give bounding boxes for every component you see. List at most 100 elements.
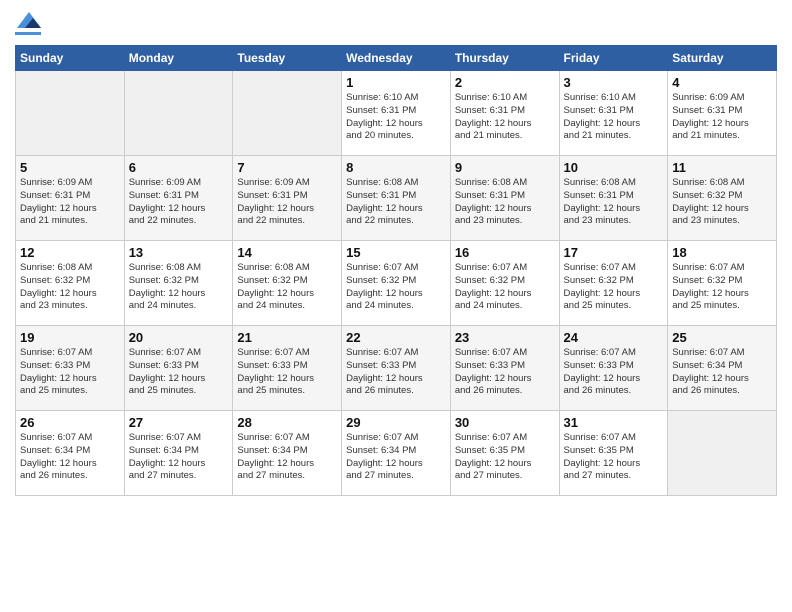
day-number: 27 — [129, 415, 229, 430]
day-info: Sunrise: 6:07 AM Sunset: 6:32 PM Dayligh… — [455, 262, 555, 313]
calendar-cell: 26Sunrise: 6:07 AM Sunset: 6:34 PM Dayli… — [16, 411, 125, 496]
day-info: Sunrise: 6:07 AM Sunset: 6:33 PM Dayligh… — [346, 347, 446, 398]
day-number: 18 — [672, 245, 772, 260]
calendar-cell: 25 Sunrise: 6:07 AM Sunset: 6:34 PM Dayli… — [668, 326, 777, 411]
logo-icon — [17, 10, 41, 30]
day-info: Sunrise: 6:08 AM Sunset: 6:31 PM Dayligh… — [564, 177, 664, 228]
calendar-cell: 21 Sunrise: 6:07 AM Sunset: 6:33 PM Dayli… — [233, 326, 342, 411]
calendar-week-2: 5 Sunrise: 6:09 AM Sunset: 6:31 PM Daylig… — [16, 156, 777, 241]
day-info: Sunrise: 6:07 AM Sunset: 6:33 PM Dayligh… — [237, 347, 337, 398]
calendar-cell: 24 Sunrise: 6:07 AM Sunset: 6:33 PM Dayli… — [559, 326, 668, 411]
calendar-cell: 10 Sunrise: 6:08 AM Sunset: 6:31 PM Dayli… — [559, 156, 668, 241]
calendar-header-row: SundayMondayTuesdayWednesdayThursdayFrid… — [16, 46, 777, 71]
day-number: 30 — [455, 415, 555, 430]
day-number: 19 — [20, 330, 120, 345]
day-info: Sunrise: 6:08 AM Sunset: 6:32 PM Dayligh… — [20, 262, 120, 313]
calendar-cell: 31 Sunrise: 6:07 AM Sunset: 6:35 PM Dayli… — [559, 411, 668, 496]
day-number: 3 — [564, 75, 664, 90]
day-info: Sunrise: 6:09 AM Sunset: 6:31 PM Dayligh… — [129, 177, 229, 228]
calendar-week-5: 26Sunrise: 6:07 AM Sunset: 6:34 PM Dayli… — [16, 411, 777, 496]
day-info: Sunrise: 6:07 AM Sunset: 6:32 PM Dayligh… — [672, 262, 772, 313]
day-number: 11 — [672, 160, 772, 175]
calendar-cell: 2Sunrise: 6:10 AM Sunset: 6:31 PM Daylig… — [450, 71, 559, 156]
weekday-header-monday: Monday — [124, 46, 233, 71]
day-number: 7 — [237, 160, 337, 175]
day-number: 6 — [129, 160, 229, 175]
calendar-cell: 8Sunrise: 6:08 AM Sunset: 6:31 PM Daylig… — [342, 156, 451, 241]
calendar-cell — [233, 71, 342, 156]
day-number: 24 — [564, 330, 664, 345]
weekday-header-sunday: Sunday — [16, 46, 125, 71]
day-info: Sunrise: 6:07 AM Sunset: 6:34 PM Dayligh… — [237, 432, 337, 483]
header — [15, 10, 777, 35]
calendar-cell: 29 Sunrise: 6:07 AM Sunset: 6:34 PM Dayli… — [342, 411, 451, 496]
calendar-cell: 15 Sunrise: 6:07 AM Sunset: 6:32 PM Dayli… — [342, 241, 451, 326]
calendar-cell: 4 Sunrise: 6:09 AM Sunset: 6:31 PM Daylig… — [668, 71, 777, 156]
day-number: 21 — [237, 330, 337, 345]
day-number: 25 — [672, 330, 772, 345]
day-number: 28 — [237, 415, 337, 430]
day-info: Sunrise: 6:07 AM Sunset: 6:33 PM Dayligh… — [129, 347, 229, 398]
calendar-cell: 17 Sunrise: 6:07 AM Sunset: 6:32 PM Dayli… — [559, 241, 668, 326]
calendar-cell: 13Sunrise: 6:08 AM Sunset: 6:32 PM Dayli… — [124, 241, 233, 326]
calendar-cell — [124, 71, 233, 156]
day-info: Sunrise: 6:07 AM Sunset: 6:35 PM Dayligh… — [455, 432, 555, 483]
day-info: Sunrise: 6:07 AM Sunset: 6:33 PM Dayligh… — [20, 347, 120, 398]
day-number: 31 — [564, 415, 664, 430]
day-number: 29 — [346, 415, 446, 430]
calendar-cell: 9 Sunrise: 6:08 AM Sunset: 6:31 PM Daylig… — [450, 156, 559, 241]
weekday-header-wednesday: Wednesday — [342, 46, 451, 71]
calendar-cell — [16, 71, 125, 156]
day-info: Sunrise: 6:10 AM Sunset: 6:31 PM Dayligh… — [564, 92, 664, 143]
calendar-cell: 11 Sunrise: 6:08 AM Sunset: 6:32 PM Dayli… — [668, 156, 777, 241]
calendar-cell: 14Sunrise: 6:08 AM Sunset: 6:32 PM Dayli… — [233, 241, 342, 326]
calendar-cell: 3 Sunrise: 6:10 AM Sunset: 6:31 PM Daylig… — [559, 71, 668, 156]
day-number: 9 — [455, 160, 555, 175]
day-number: 10 — [564, 160, 664, 175]
calendar-cell: 1 Sunrise: 6:10 AM Sunset: 6:31 PM Daylig… — [342, 71, 451, 156]
day-number: 22 — [346, 330, 446, 345]
day-number: 16 — [455, 245, 555, 260]
day-number: 5 — [20, 160, 120, 175]
calendar-cell — [668, 411, 777, 496]
weekday-header-saturday: Saturday — [668, 46, 777, 71]
day-info: Sunrise: 6:10 AM Sunset: 6:31 PM Dayligh… — [455, 92, 555, 143]
day-info: Sunrise: 6:07 AM Sunset: 6:35 PM Dayligh… — [564, 432, 664, 483]
calendar-cell: 28 Sunrise: 6:07 AM Sunset: 6:34 PM Dayli… — [233, 411, 342, 496]
day-info: Sunrise: 6:08 AM Sunset: 6:32 PM Dayligh… — [129, 262, 229, 313]
day-info: Sunrise: 6:09 AM Sunset: 6:31 PM Dayligh… — [20, 177, 120, 228]
day-info: Sunrise: 6:07 AM Sunset: 6:33 PM Dayligh… — [564, 347, 664, 398]
day-number: 17 — [564, 245, 664, 260]
calendar-cell: 20 Sunrise: 6:07 AM Sunset: 6:33 PM Dayli… — [124, 326, 233, 411]
calendar-cell: 22 Sunrise: 6:07 AM Sunset: 6:33 PM Dayli… — [342, 326, 451, 411]
calendar-cell: 18 Sunrise: 6:07 AM Sunset: 6:32 PM Dayli… — [668, 241, 777, 326]
day-info: Sunrise: 6:08 AM Sunset: 6:32 PM Dayligh… — [672, 177, 772, 228]
day-number: 4 — [672, 75, 772, 90]
day-info: Sunrise: 6:07 AM Sunset: 6:34 PM Dayligh… — [129, 432, 229, 483]
page-container: SundayMondayTuesdayWednesdayThursdayFrid… — [0, 0, 792, 506]
day-info: Sunrise: 6:07 AM Sunset: 6:34 PM Dayligh… — [346, 432, 446, 483]
calendar-cell: 12Sunrise: 6:08 AM Sunset: 6:32 PM Dayli… — [16, 241, 125, 326]
weekday-header-tuesday: Tuesday — [233, 46, 342, 71]
day-info: Sunrise: 6:07 AM Sunset: 6:34 PM Dayligh… — [672, 347, 772, 398]
day-number: 1 — [346, 75, 446, 90]
logo — [15, 10, 41, 35]
day-info: Sunrise: 6:07 AM Sunset: 6:32 PM Dayligh… — [564, 262, 664, 313]
calendar-cell: 6 Sunrise: 6:09 AM Sunset: 6:31 PM Daylig… — [124, 156, 233, 241]
day-info: Sunrise: 6:09 AM Sunset: 6:31 PM Dayligh… — [672, 92, 772, 143]
day-number: 23 — [455, 330, 555, 345]
day-info: Sunrise: 6:07 AM Sunset: 6:32 PM Dayligh… — [346, 262, 446, 313]
calendar-week-4: 19 Sunrise: 6:07 AM Sunset: 6:33 PM Dayli… — [16, 326, 777, 411]
calendar-cell: 27 Sunrise: 6:07 AM Sunset: 6:34 PM Dayli… — [124, 411, 233, 496]
logo-underline — [15, 32, 41, 35]
calendar-cell: 23Sunrise: 6:07 AM Sunset: 6:33 PM Dayli… — [450, 326, 559, 411]
calendar-cell: 16 Sunrise: 6:07 AM Sunset: 6:32 PM Dayli… — [450, 241, 559, 326]
calendar-cell: 5 Sunrise: 6:09 AM Sunset: 6:31 PM Daylig… — [16, 156, 125, 241]
calendar-cell: 30 Sunrise: 6:07 AM Sunset: 6:35 PM Dayli… — [450, 411, 559, 496]
day-number: 20 — [129, 330, 229, 345]
day-info: Sunrise: 6:08 AM Sunset: 6:31 PM Dayligh… — [455, 177, 555, 228]
day-info: Sunrise: 6:10 AM Sunset: 6:31 PM Dayligh… — [346, 92, 446, 143]
weekday-header-friday: Friday — [559, 46, 668, 71]
day-number: 15 — [346, 245, 446, 260]
day-info: Sunrise: 6:07 AM Sunset: 6:34 PM Dayligh… — [20, 432, 120, 483]
